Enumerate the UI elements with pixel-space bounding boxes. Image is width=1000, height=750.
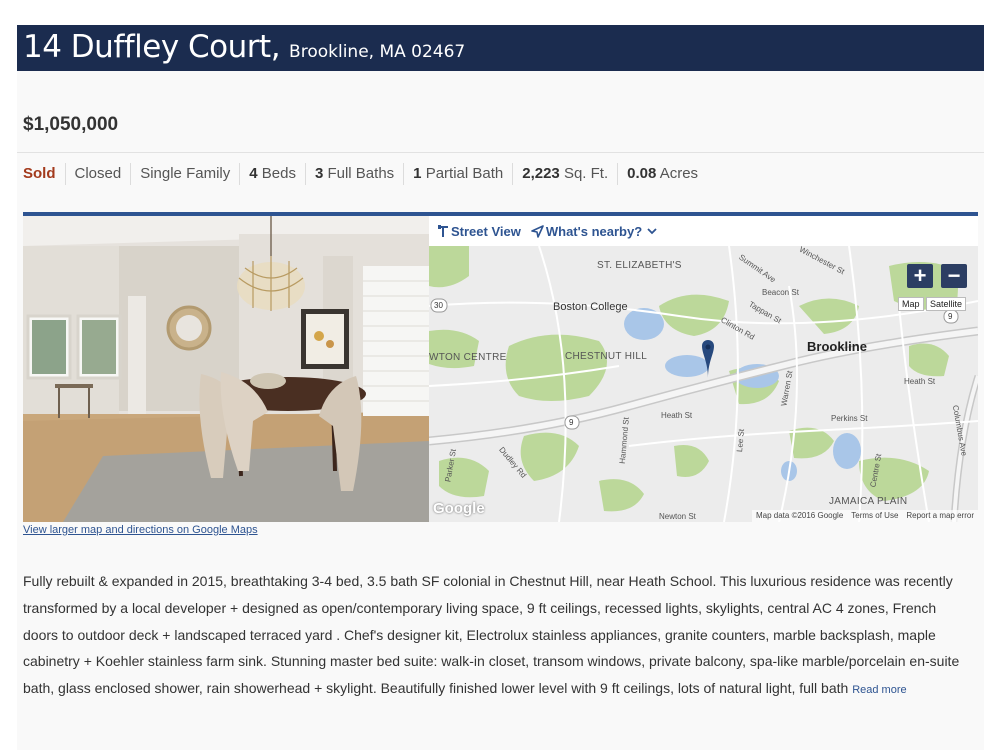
listing-description: Fully rebuilt & expanded in 2015, breath… [23, 568, 973, 704]
map-label-st-elizabeths: ST. ELIZABETH'S [597, 260, 682, 271]
read-more-link[interactable]: Read more [852, 684, 906, 696]
divider [17, 152, 984, 153]
beds-label: Beds [261, 165, 296, 182]
map-footer: Map data ©2016 Google Terms of Use Repor… [751, 510, 978, 522]
status-badge: Sold [23, 165, 56, 182]
acres-count: 0.08 [627, 165, 657, 182]
map-label-newton-centre: WTON CENTRE [429, 352, 507, 363]
full-baths-label: Full Baths [327, 165, 395, 182]
street-view-button[interactable]: Street View [437, 224, 521, 239]
google-maps-link[interactable]: View larger map and directions on Google… [23, 524, 258, 536]
map-label-brookline: Brookline [807, 339, 867, 354]
route-9-shield-east: 9 [948, 312, 953, 321]
street-view-pin-icon [438, 225, 448, 237]
map-label-perkins-st: Perkins St [831, 414, 868, 423]
map-data-attribution: Map data ©2016 Google [755, 511, 844, 520]
acres-fact: 0.08 Acres [617, 163, 707, 185]
acres-label: Acres [659, 165, 699, 182]
map-label-beacon-st: Beacon St [762, 288, 799, 297]
map-tiles [429, 246, 978, 522]
google-map[interactable]: 30 9 9 ST. ELIZABETH'S Boston College CH… [429, 246, 978, 522]
whats-nearby-label: What's nearby? [545, 223, 643, 239]
zoom-out-button[interactable]: − [941, 264, 967, 288]
full-baths-fact: 3 Full Baths [304, 163, 403, 185]
listing-price: $1,050,000 [23, 114, 119, 135]
listing-facts: Sold Closed Single Family 4 Beds 3 Full … [23, 163, 707, 185]
whats-nearby-button[interactable]: What's nearby? [531, 224, 658, 239]
map-label-newton-st: Newton St [659, 512, 696, 521]
address-street: 14 Duffley Court, [23, 29, 281, 65]
description-text: Fully rebuilt & expanded in 2015, breath… [23, 573, 960, 697]
report-map-error-link[interactable]: Report a map error [902, 510, 978, 522]
google-logo: Google [433, 500, 485, 517]
listing-stage: Closed [64, 163, 131, 185]
street-view-label: Street View [451, 223, 521, 239]
map-toolbar: Street View What's nearby? [429, 216, 978, 246]
map-label-heath-st-east: Heath St [904, 377, 936, 386]
partial-baths-fact: 1 Partial Bath [403, 163, 512, 185]
location-arrow-icon [531, 224, 544, 238]
map-type-map-button[interactable]: Map [898, 297, 924, 311]
map-label-boston-college: Boston College [553, 301, 628, 313]
map-label-jamaica-plain: JAMAICA PLAIN [829, 496, 908, 507]
sqft-label: Sq. Ft. [563, 165, 609, 182]
partial-baths-count: 1 [413, 165, 422, 182]
address-city: Brookline, MA 02467 [289, 42, 466, 62]
zoom-in-button[interactable]: + [907, 264, 933, 288]
property-type: Single Family [130, 163, 239, 185]
address-header: 14 Duffley Court, Brookline, MA 02467 [17, 25, 984, 71]
sqft-fact: 2,223 Sq. Ft. [512, 163, 617, 185]
map-label-chestnut-hill: CHESTNUT HILL [565, 351, 648, 362]
listing-photo[interactable] [23, 216, 429, 522]
dining-room-photo [23, 216, 429, 522]
beds-count: 4 [249, 165, 258, 182]
chevron-down-icon [647, 228, 657, 235]
terms-of-use-link[interactable]: Terms of Use [847, 510, 902, 522]
full-baths-count: 3 [314, 165, 324, 182]
sqft-count: 2,223 [522, 165, 560, 182]
route-30-shield: 30 [434, 301, 443, 310]
listing-page: 14 Duffley Court, Brookline, MA 02467 $1… [0, 0, 1000, 750]
beds-fact: 4 Beds [239, 163, 305, 185]
route-9-shield: 9 [569, 418, 574, 427]
map-label-heath-st: Heath St [661, 411, 693, 420]
map-type-satellite-button[interactable]: Satellite [926, 297, 967, 311]
partial-baths-label: Partial Bath [425, 165, 504, 182]
